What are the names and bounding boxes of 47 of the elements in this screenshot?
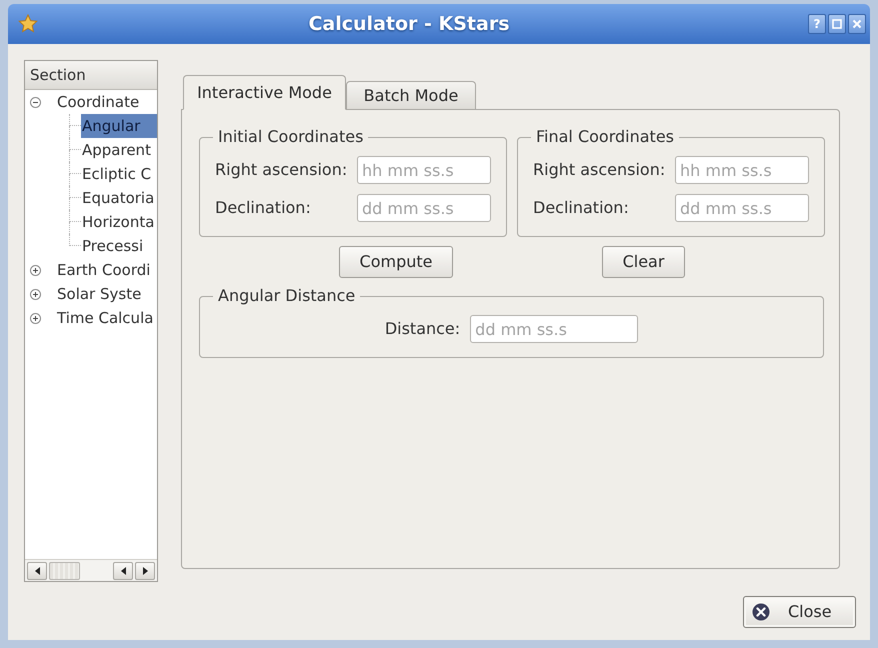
group-title: Initial Coordinates [217, 128, 364, 146]
close-icon [752, 603, 770, 621]
scroll-left-button[interactable] [27, 562, 47, 580]
expand-icon[interactable] [30, 312, 41, 324]
tree-item[interactable]: Horizonta [81, 210, 154, 234]
group-title: Angular Distance [217, 287, 356, 305]
tree-item[interactable]: Apparent [81, 138, 151, 162]
tree-item[interactable]: Precessi [81, 234, 144, 258]
collapse-icon[interactable] [30, 96, 41, 108]
tab[interactable]: Interactive Mode [183, 75, 346, 110]
left-arrow-icon [34, 566, 40, 574]
tree-item[interactable]: Coordinate [56, 90, 140, 114]
text-field[interactable]: dd mm ss.s [675, 194, 809, 222]
field-label: Right ascension: [215, 159, 348, 181]
star-icon [18, 14, 38, 34]
field-label: Declination: [215, 197, 311, 219]
field-label: Declination: [533, 197, 629, 219]
tree-item[interactable]: Time Calcula [56, 306, 154, 330]
tree-item[interactable]: Solar Syste [56, 282, 142, 306]
scroll-right-button[interactable] [135, 562, 155, 580]
maximize-button[interactable] [828, 14, 846, 34]
group-title: Final Coordinates [535, 128, 676, 146]
tree-item[interactable]: Ecliptic C [81, 162, 152, 186]
tree-item[interactable]: Earth Coordi [56, 258, 152, 282]
column-header[interactable]: Section [25, 61, 157, 90]
field-label: Right ascension: [533, 159, 666, 181]
text-field[interactable]: hh mm ss.s [675, 156, 809, 184]
right-arrow-icon [142, 566, 148, 574]
tab[interactable]: Batch Mode [346, 81, 476, 109]
field-label: Distance: [384, 318, 460, 340]
maximize-icon [832, 19, 842, 29]
text-field[interactable]: dd mm ss.s [357, 194, 491, 222]
left-arrow-icon [120, 566, 126, 574]
expand-icon[interactable] [30, 264, 41, 276]
push-button[interactable]: Clear [602, 246, 685, 278]
push-button[interactable]: Compute [339, 246, 453, 278]
close-icon [852, 19, 862, 29]
scrollbar-thumb[interactable] [49, 562, 80, 580]
close-button[interactable]: Close [743, 596, 856, 628]
tree-item[interactable]: Angular [81, 114, 157, 138]
scroll-left-button[interactable] [113, 562, 133, 580]
window-title: Calculator - KStars [307, 12, 510, 37]
text-field[interactable]: dd mm ss.s [470, 315, 638, 343]
expand-icon[interactable] [30, 288, 41, 300]
tree-item[interactable]: Equatoria [81, 186, 154, 210]
close-button[interactable] [848, 14, 866, 34]
text-field[interactable]: hh mm ss.s [357, 156, 491, 184]
